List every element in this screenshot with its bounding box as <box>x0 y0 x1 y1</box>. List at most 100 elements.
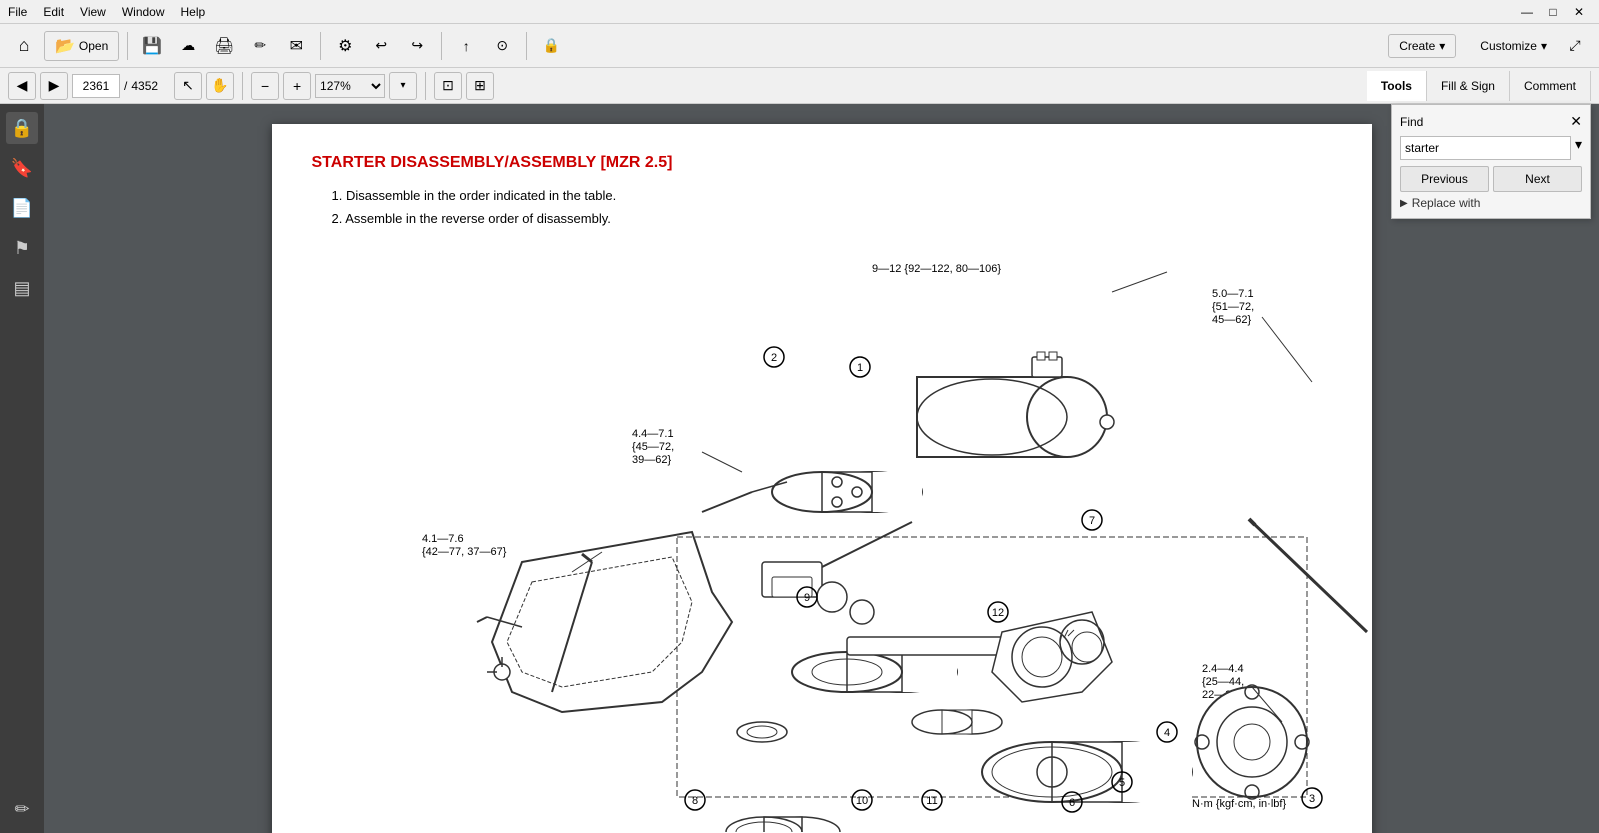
find-panel-close-button[interactable]: ✕ <box>1570 113 1582 130</box>
part-5-label: 5 <box>1118 777 1124 789</box>
undo-button[interactable]: ↩ <box>365 30 397 62</box>
page-title: STARTER DISASSEMBLY/ASSEMBLY [MZR 2.5] <box>312 154 1332 172</box>
step-2-text: 2. Assemble in the reverse order of disa… <box>332 211 1332 226</box>
step-1-text: 1. Disassemble in the order indicated in… <box>332 188 1332 203</box>
separator-zoom <box>242 72 243 100</box>
torque-label-3c: 39—62} <box>632 454 671 466</box>
torque-label-3: 4.4—7.1 <box>632 428 674 440</box>
torque-label-3b: {45—72, <box>632 441 674 453</box>
torque-label-2c: 45—62} <box>1212 314 1251 326</box>
pan-tool-button[interactable]: ✋ <box>206 72 234 100</box>
fill-sign-tab[interactable]: Fill & Sign <box>1427 71 1510 101</box>
window-controls: — □ ✕ <box>1515 0 1591 24</box>
replace-with-label: Replace with <box>1412 196 1481 210</box>
part-4-label: 4 <box>1163 727 1169 739</box>
customize-button[interactable]: Customize ▾ <box>1472 35 1555 57</box>
main-area: 🔒 🔖 📄 ⚑ ▤ ✏ STARTER DISASSEMBLY/ASSEMBLY… <box>0 104 1599 833</box>
redo-button[interactable]: ↪ <box>401 30 433 62</box>
zoom-out-button[interactable]: − <box>251 72 279 100</box>
part-9-label: 9 <box>803 592 809 604</box>
previous-button[interactable]: Previous <box>1400 166 1489 192</box>
find-panel: Find ✕ ▾ Previous Next ▶ Replace with <box>1391 104 1591 219</box>
page-separator: / <box>124 79 127 93</box>
menu-file[interactable]: File <box>8 5 27 19</box>
close-button[interactable]: ✕ <box>1567 0 1591 24</box>
next-page-button[interactable]: ▶ <box>40 72 68 100</box>
email-button[interactable]: ✉ <box>280 30 312 62</box>
home-button[interactable]: ⌂ <box>8 30 40 62</box>
find-panel-header: Find ✕ <box>1400 113 1582 130</box>
save-button[interactable]: 💾 <box>136 30 168 62</box>
page-navigation: / 4352 <box>72 74 158 98</box>
zoom-in-button[interactable]: + <box>283 72 311 100</box>
part-6-label: 6 <box>1068 797 1074 809</box>
select-tool-button[interactable]: ↖ <box>174 72 202 100</box>
zoom-dropdown-button[interactable]: ▾ <box>389 72 417 100</box>
page-number-input[interactable] <box>72 74 120 98</box>
part-2-label: 2 <box>770 352 776 364</box>
content-area[interactable]: STARTER DISASSEMBLY/ASSEMBLY [MZR 2.5] 1… <box>44 104 1599 833</box>
fit-width-button[interactable]: ⊞ <box>466 72 494 100</box>
sidebar-layers-icon[interactable]: ▤ <box>6 272 38 304</box>
part-7-label: 7 <box>1088 515 1094 527</box>
find-search-input[interactable] <box>1400 136 1571 160</box>
find-input-row: ▾ <box>1400 136 1582 160</box>
part-8-label: 8 <box>691 795 697 807</box>
edit-pdf-button[interactable]: ✏ <box>244 30 276 62</box>
sidebar-page-icon[interactable]: 📄 <box>6 192 38 224</box>
torque-label-5b: {25—44, <box>1202 676 1244 688</box>
share-button[interactable]: ↑ <box>450 30 482 62</box>
menu-window[interactable]: Window <box>122 5 165 19</box>
part-11-label: 11 <box>926 795 937 807</box>
tools-tab[interactable]: Tools <box>1367 71 1427 101</box>
sidebar-flag-icon[interactable]: ⚑ <box>6 232 38 264</box>
part-12-label: 12 <box>991 607 1003 619</box>
menu-help[interactable]: Help <box>181 5 206 19</box>
create-dropdown-icon: ▾ <box>1439 39 1445 53</box>
torque-label-4b: {42—77, 37—67} <box>422 546 507 558</box>
separator-1 <box>127 32 128 60</box>
save-to-cloud-button[interactable]: ☁ <box>172 30 204 62</box>
create-label: Create <box>1399 39 1435 53</box>
torque-label-1: 9—12 {92—122, 80—106} <box>872 263 1001 275</box>
replace-with-section[interactable]: ▶ Replace with <box>1400 196 1582 210</box>
main-toolbar: ⌂ 📂 Open 💾 ☁ 🖨 ✏ ✉ ⚙ ↩ ↪ ↑ ⊙ 🔒 Create ▾ … <box>0 24 1599 68</box>
print-button[interactable]: 🖨 <box>208 30 240 62</box>
comment-tab[interactable]: Comment <box>1510 71 1591 101</box>
customize-dropdown-icon: ▾ <box>1541 39 1547 53</box>
minimize-button[interactable]: — <box>1515 0 1539 24</box>
expand-button[interactable]: ⤢ <box>1559 30 1591 62</box>
menu-view[interactable]: View <box>80 5 106 19</box>
menu-edit[interactable]: Edit <box>43 5 64 19</box>
sidebar-bookmark-icon[interactable]: 🔖 <box>6 152 38 184</box>
part-1-label: 1 <box>856 362 862 374</box>
open-icon: 📂 <box>55 36 75 56</box>
separator-4 <box>526 32 527 60</box>
separator-2 <box>320 32 321 60</box>
create-button[interactable]: Create ▾ <box>1388 34 1456 58</box>
open-button[interactable]: 📂 Open <box>44 31 119 61</box>
menu-bar: File Edit View Window Help — □ ✕ <box>0 0 1599 24</box>
fit-page-button[interactable]: ⊡ <box>434 72 462 100</box>
zoom-select[interactable]: 127% 100% 75% 150% <box>315 74 385 98</box>
prev-page-button[interactable]: ◀ <box>8 72 36 100</box>
next-button[interactable]: Next <box>1493 166 1582 192</box>
torque-label-2: 5.0—7.1 <box>1212 288 1254 300</box>
export-button[interactable]: ⊙ <box>486 30 518 62</box>
find-panel-title: Find <box>1400 115 1423 129</box>
sidebar-lock-icon[interactable]: 🔒 <box>6 112 38 144</box>
torque-label-2b: {51—72, <box>1212 301 1254 313</box>
pdf-page: STARTER DISASSEMBLY/ASSEMBLY [MZR 2.5] 1… <box>272 124 1372 833</box>
protect-button[interactable]: 🔒 <box>535 30 567 62</box>
maximize-button[interactable]: □ <box>1541 0 1565 24</box>
diagram-area: 9—12 {92—122, 80—106} 5.0—7.1 {51—72, 45… <box>312 242 1332 833</box>
find-dropdown-icon[interactable]: ▾ <box>1575 136 1582 160</box>
replace-expand-icon: ▶ <box>1400 198 1408 209</box>
part-3-label: 3 <box>1308 793 1314 805</box>
left-sidebar: 🔒 🔖 📄 ⚑ ▤ ✏ <box>0 104 44 833</box>
preferences-button[interactable]: ⚙ <box>329 30 361 62</box>
separator-3 <box>441 32 442 60</box>
part-10-label: 10 <box>855 795 867 807</box>
sidebar-edit-icon[interactable]: ✏ <box>6 793 38 825</box>
torque-label-5: 2.4—4.4 <box>1202 663 1244 675</box>
